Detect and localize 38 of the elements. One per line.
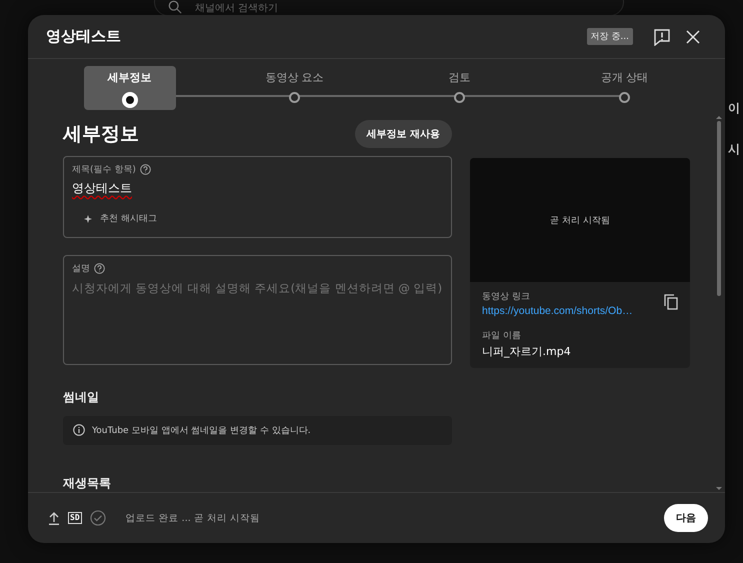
next-button[interactable]: 다음 (664, 504, 708, 532)
step-tab[interactable]: 검토 (414, 66, 506, 110)
scrollbar[interactable] (717, 121, 721, 296)
description-input[interactable]: 시청자에게 동영상에 대해 설명해 주세요(채널을 멘션하려면 @ 입력) (72, 281, 443, 358)
help-icon[interactable] (140, 164, 151, 175)
help-icon[interactable] (94, 263, 105, 274)
check-circle-icon (90, 510, 106, 526)
notice-text: YouTube 모바일 앱에서 썸네일을 변경할 수 있습니다. (92, 424, 311, 437)
sparkle-icon (84, 214, 94, 224)
link-label: 동영상 링크 (482, 291, 531, 303)
quality-badge: SD (68, 512, 82, 524)
title-field[interactable]: 제목(필수 항목) 영상테스트 추천 해시태그 (63, 156, 452, 238)
upload-status: 업로드 완료 ... 곧 처리 시작됨 (126, 512, 261, 524)
section-heading: 재생목록 (63, 475, 112, 492)
section-heading: 시 (728, 141, 740, 158)
section-title: 세부정보 (63, 122, 139, 147)
copy-icon[interactable] (664, 294, 678, 310)
reuse-details-button[interactable]: 세부정보 재사용 (354, 120, 452, 148)
section-heading: 이 (728, 100, 740, 117)
processing-status: 곧 처리 시작됨 (550, 214, 610, 226)
search-icon (168, 0, 182, 14)
field-label: 설명 (72, 263, 90, 276)
video-link[interactable]: https://youtube.com/shorts/Ob… (482, 305, 633, 317)
info-icon (73, 424, 85, 436)
step-tab[interactable]: 공개 상태 (578, 66, 670, 110)
step-tab[interactable]: 세부정보 (84, 66, 176, 110)
title-value: 영상테스트 (72, 180, 132, 197)
field-label: 제목(필수 항목) (72, 164, 136, 176)
save-status: 저장 중... (586, 28, 633, 45)
description-field[interactable]: 설명 시청자에게 동영상에 대해 설명해 주세요(채널을 멘션하려면 @ 입력) (63, 255, 452, 365)
step-tab[interactable]: 동영상 요소 (248, 66, 340, 110)
dialog-title: 영상테스트 (46, 27, 122, 46)
section-heading: 썸네일 (63, 388, 100, 406)
upload-icon (48, 512, 60, 524)
filename-label: 파일 이름 (482, 330, 522, 342)
file-name: 니퍼_자르기.mp4 (482, 344, 572, 359)
search-field[interactable]: 채널에서 검색하기 (154, 0, 624, 16)
hashtag-button[interactable]: 추천 해시태그 (84, 212, 157, 226)
